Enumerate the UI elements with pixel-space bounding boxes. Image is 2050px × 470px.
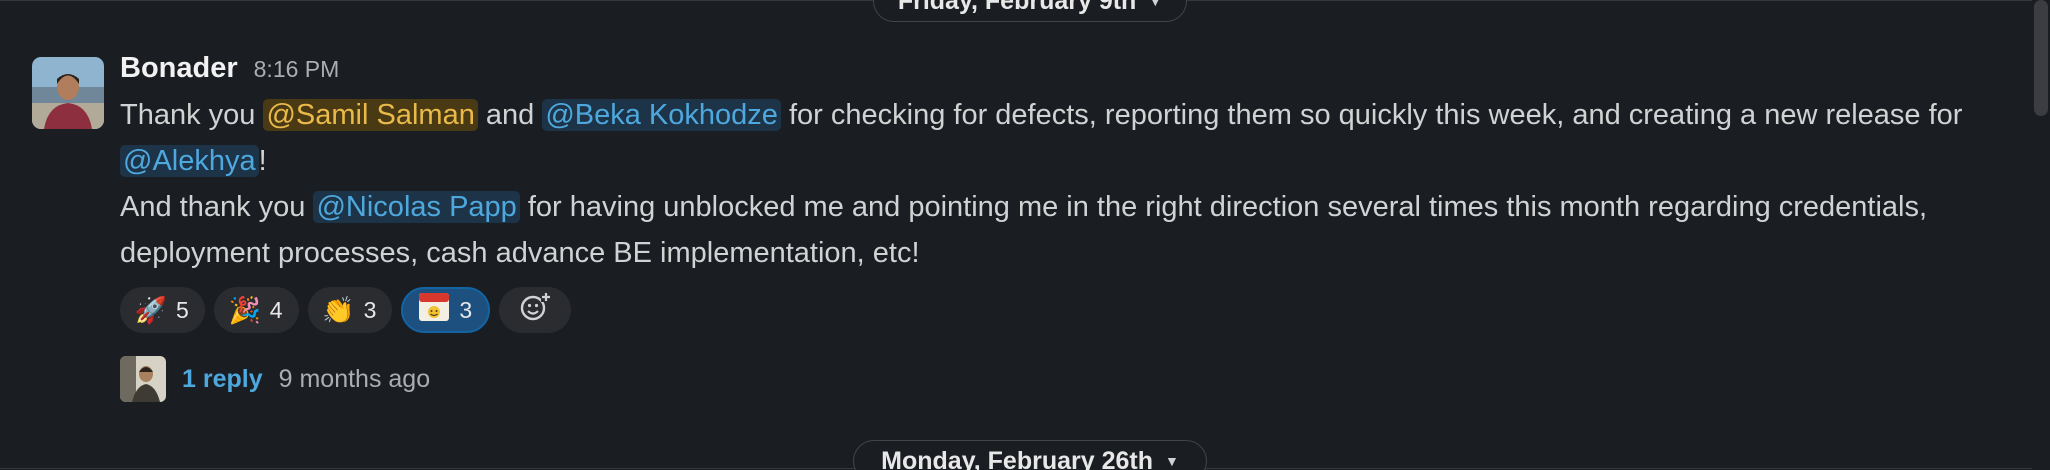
message-text-segment: and: [477, 99, 543, 131]
add-emoji-icon: [518, 290, 552, 330]
chevron-down-icon: ▼: [1164, 453, 1179, 469]
author-name[interactable]: Bonader: [120, 52, 238, 85]
reply-count-link[interactable]: 1 reply: [182, 365, 263, 394]
reaction-count: 3: [459, 296, 473, 323]
message-pane: Friday, February 9th ▼ Bonader 8:16 PM T…: [0, 0, 2050, 470]
party-popper-icon: 🎉: [228, 294, 261, 325]
avatar[interactable]: [32, 57, 104, 129]
date-divider-bottom[interactable]: Monday, February 26th ▼: [853, 440, 1207, 470]
clapping-hands-icon: 👏: [322, 294, 355, 325]
last-reply-time: 9 months ago: [278, 364, 431, 393]
reaction-party-popper[interactable]: 🎉 4: [213, 287, 299, 333]
mention-samil-salman[interactable]: @Samil Salman: [263, 99, 478, 131]
message-text: Thank you @Samil Salman and @Beka Kokhod…: [120, 92, 2000, 276]
mention-beka-kokhodze[interactable]: @Beka Kokhodze: [542, 99, 781, 131]
reaction-count: 5: [176, 296, 189, 323]
message-header: Bonader 8:16 PM: [120, 52, 2000, 92]
date-divider-top-label: Friday, February 9th: [897, 0, 1137, 15]
mention-nicolas-papp[interactable]: @Nicolas Papp: [313, 191, 520, 223]
chevron-down-icon: ▼: [1148, 0, 1163, 9]
message-timestamp[interactable]: 8:16 PM: [254, 56, 340, 83]
thank-you-icon: [417, 292, 451, 329]
message-text-segment: Thank you: [120, 99, 264, 131]
date-divider-bottom-label: Monday, February 26th: [881, 446, 1153, 470]
reaction-count: 3: [363, 296, 377, 323]
reaction-thank-you[interactable]: 3: [401, 287, 491, 333]
message-text-segment: And thank you: [120, 191, 314, 223]
thread-summary[interactable]: 1 reply 9 months ago: [120, 355, 2000, 403]
message-text-segment: !: [258, 145, 267, 177]
message: Bonader 8:16 PM Thank you @Samil Salman …: [120, 52, 2000, 403]
reactions-bar: 🚀 5 🎉 4 👏 3 3: [120, 287, 2000, 333]
rocket-icon: 🚀: [134, 294, 168, 325]
scrollbar-thumb[interactable]: [2034, 0, 2048, 116]
message-text-segment: for checking for defects, reporting them…: [780, 99, 1963, 131]
thread-reply-avatar: [120, 356, 166, 402]
reaction-rocket[interactable]: 🚀 5: [120, 287, 205, 333]
reaction-clapping-hands[interactable]: 👏 3: [307, 287, 393, 333]
reaction-count: 4: [269, 296, 283, 323]
date-divider-top[interactable]: Friday, February 9th ▼: [873, 0, 1187, 22]
add-reaction-button[interactable]: [499, 287, 572, 333]
mention-alekhya[interactable]: @Alekhya: [120, 145, 259, 177]
